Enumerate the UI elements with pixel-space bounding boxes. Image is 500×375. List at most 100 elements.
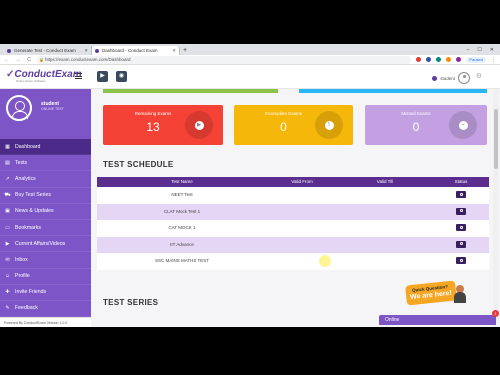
sidebar: student ONLINE TEST ▦ Dashboard ▤ Tests ↗ A… [0,89,91,327]
tests-icon: ▤ [5,159,10,166]
browser-menu-icon[interactable]: ⋮ [491,57,496,63]
sidebar-item-invite-friends[interactable]: ✚ Invite Friends [0,285,91,301]
hamburger-menu-icon[interactable] [75,73,82,79]
profile-paused-badge[interactable]: Paused [466,56,486,63]
previous-cards-strip [91,89,493,99]
valid-from [267,187,337,204]
test-name: CLAT Mock Test 1 [163,208,201,214]
status-cell [433,253,489,270]
test-name: IIT Advance [170,241,194,247]
chat-widget[interactable]: Online [379,315,496,325]
sidebar-item-news-updates[interactable]: ▣ News & Updates [0,204,91,220]
sidebar-item-analytics[interactable]: ↗ Analytics [0,171,91,188]
sidebar-item-dashboard[interactable]: ▦ Dashboard [0,139,91,156]
sidebar-item-label: Feedback [15,305,38,312]
extension-icon[interactable] [456,57,462,62]
package-icon[interactable]: ◉ [116,71,127,82]
status-button[interactable] [456,257,466,265]
top-bar: ✓ConductExam Online Exam Software ▶ ◉ st… [0,65,500,89]
reload-button[interactable]: C [26,57,32,63]
sidebar-item-tests[interactable]: ▤ Tests [0,155,91,172]
extension-icon[interactable] [416,57,422,62]
status-cell [433,237,489,254]
valid-till [337,253,433,270]
close-tab-icon[interactable]: ✕ [84,48,88,54]
missed-exams-card[interactable]: Missed Exams 0 – [365,105,487,145]
test-name: SSC MAINS MATHS TEST [154,258,210,263]
user-menu[interactable]: student [432,72,470,84]
status-button[interactable] [456,191,466,199]
tab-generate-test[interactable]: Generate Test - Conduct Exam ✕ [4,46,92,55]
video-icon: ▶ [5,240,10,247]
minus-circle-icon: – [449,111,477,139]
table-row: CAT MOCK 1 [97,220,489,237]
profile-avatar-icon [6,95,32,121]
sidebar-item-feedback[interactable]: ✎ Feedback [0,301,91,318]
user-avatar-icon[interactable] [458,72,470,84]
bookmark-icon: ▭ [5,224,10,231]
incomplete-exams-card[interactable]: Incomplete Exams 0 ! [234,105,353,145]
status-button[interactable] [456,207,466,215]
logo[interactable]: ✓ConductExam Online Exam Software [6,69,82,83]
page-scrollbar[interactable] [493,89,499,327]
play-icon[interactable]: ▶ [97,71,108,82]
sidebar-item-buy-test-series[interactable]: ⛟ Buy Test Series [0,188,91,204]
test-schedule-table: Test Name Valid From Valid Till Status N… [97,177,489,270]
quick-question-badge[interactable]: Quick Question? We are here! [405,280,466,306]
sidebar-item-bookmarks[interactable]: ▭ Bookmarks [0,220,91,237]
sidebar-item-label: Tests [15,159,28,166]
tab-dashboard[interactable]: Dashboard - Conduct Exam ✕ [92,46,180,55]
support-agent-icon [454,285,466,303]
profile-status: ONLINE TEST [41,107,64,111]
sidebar-menu: ▦ Dashboard ▤ Tests ↗ Analytics ⛟ Buy Test S… [0,139,91,318]
table-row: NEET Test [97,187,489,204]
mouse-cursor-highlight [319,255,331,267]
extension-icon[interactable] [446,57,452,62]
valid-till [337,204,433,221]
url-field[interactable]: 🔒 https://exam.conductexam.com/Dashboard [37,55,412,64]
sidebar-item-label: Invite Friends [15,289,47,296]
lock-icon: 🔒 [39,56,44,62]
inbox-icon: ✉ [5,256,10,263]
status-button[interactable] [456,224,466,232]
column-header: Valid From [291,179,313,184]
new-tab-button[interactable]: + [180,46,190,55]
sidebar-item-label: Buy Test Series [15,192,51,199]
blue-card-edge [299,89,487,93]
valid-till [337,237,433,254]
sidebar-item-current-affairs[interactable]: ▶ Current Affairs/Videos [0,236,91,253]
invite-icon: ✚ [5,289,10,296]
close-window-button[interactable]: ✕ [490,46,494,55]
favicon-icon [95,48,99,53]
extension-icon[interactable] [426,57,432,62]
tab-strip: Generate Test - Conduct Exam ✕ Dashboard… [0,44,500,55]
chat-count-badge: 1 [492,310,499,317]
maximize-button[interactable]: ☐ [477,46,481,55]
table-row: SSC MAINS MATHS TEST [97,253,489,270]
minimize-button[interactable]: – [467,46,470,55]
test-schedule-title: TEST SCHEDULE [103,160,174,169]
status-cell [433,220,489,237]
scrollbar-thumb[interactable] [494,109,498,169]
sidebar-item-profile[interactable]: ☺ Profile [0,269,91,285]
sidebar-item-label: Inbox [15,256,28,263]
valid-till [337,220,433,237]
user-name: student [440,75,455,81]
valid-from [267,237,337,254]
valid-from [267,204,337,221]
table-row: CLAT Mock Test 1 [97,203,489,221]
status-button[interactable] [456,240,466,248]
close-tab-icon[interactable]: ✕ [172,48,176,54]
green-card-edge [103,89,278,93]
sidebar-item-inbox[interactable]: ✉ Inbox [0,252,91,269]
powered-by: Powered By ConductExam Version 1.0.0 [0,317,91,327]
back-button[interactable]: ← [4,57,10,63]
dashboard-icon: ▦ [5,143,10,150]
online-dot-icon [432,75,438,81]
forward-button[interactable]: → [15,57,21,63]
window-controls: – ☐ ✕ [467,46,500,55]
extension-icon[interactable] [436,57,442,62]
sidebar-item-label: News & Updates [15,208,54,215]
remaining-exams-card[interactable]: Remaining Exams 13 ▶ [103,105,223,145]
settings-icon[interactable]: ⚙ [476,72,482,80]
